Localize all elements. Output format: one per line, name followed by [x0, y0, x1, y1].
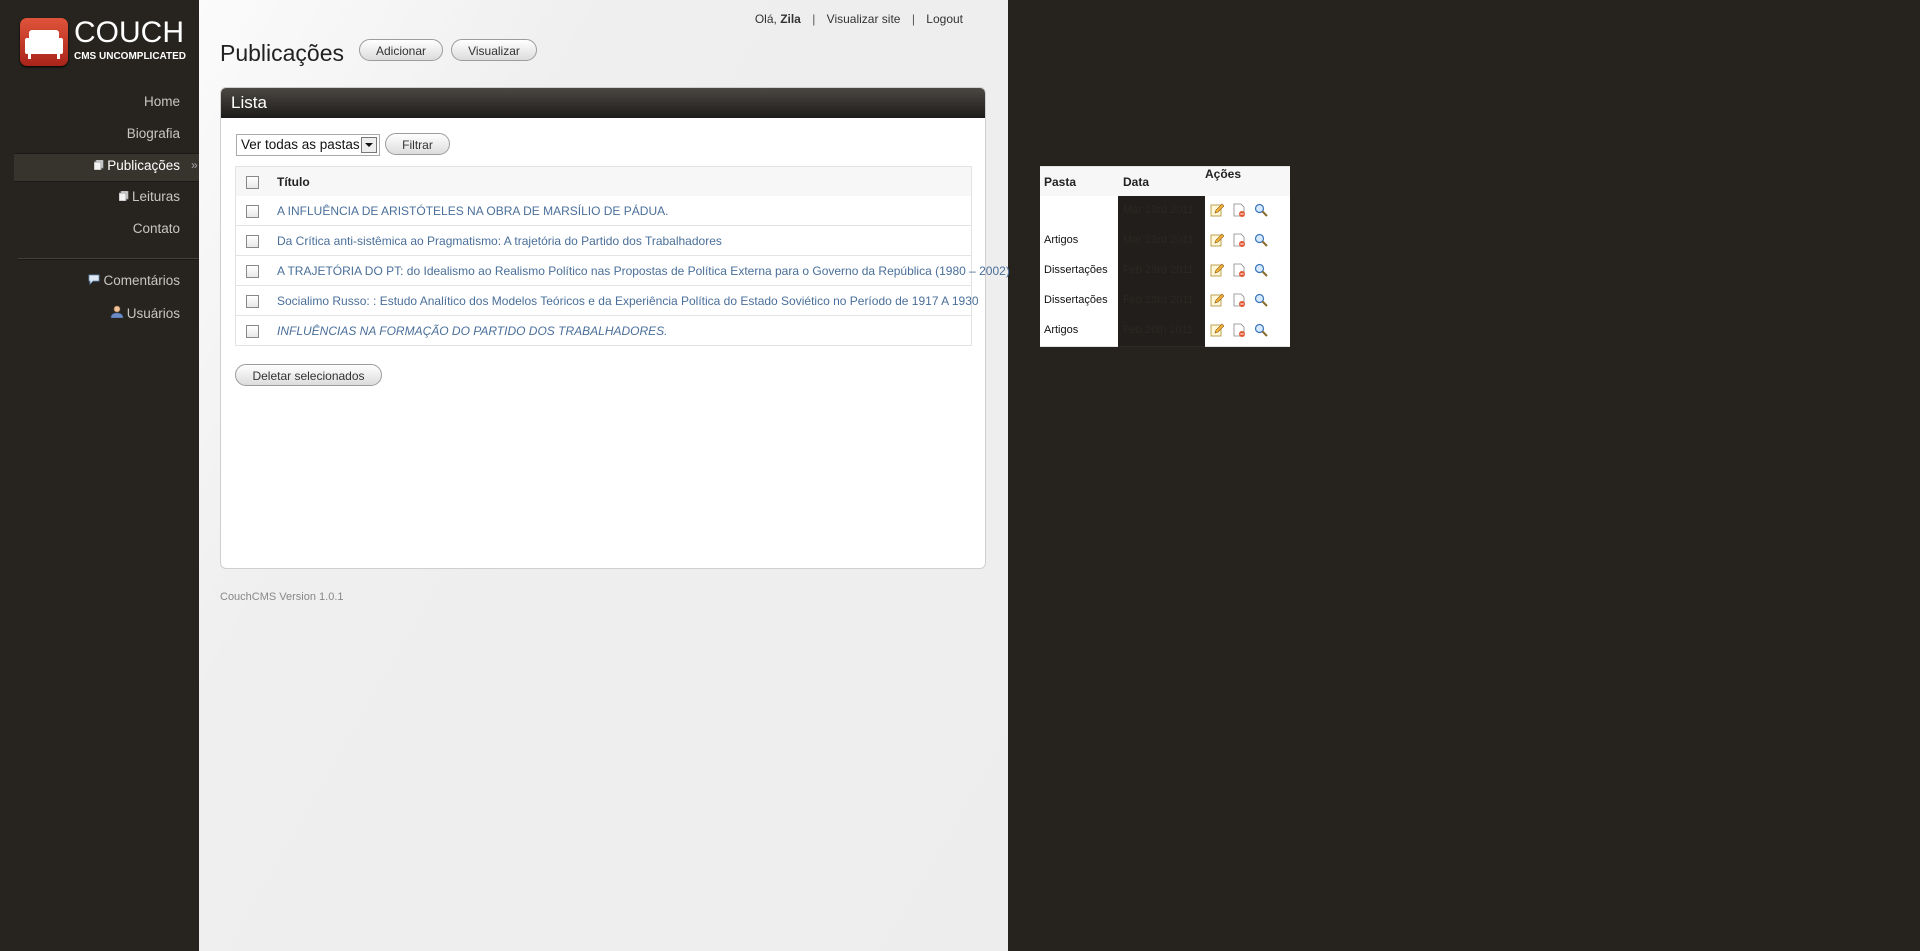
sidebar-item-contato[interactable]: Contato — [133, 219, 180, 239]
publication-folder: Artigos — [1044, 234, 1079, 246]
filter-button[interactable]: Filtrar — [385, 133, 450, 155]
column-header-date[interactable]: Data — [1123, 175, 1149, 189]
magnifier-icon[interactable] — [1254, 323, 1268, 337]
sidebar-item-label: Biografia — [126, 126, 180, 141]
column-header-actions: Ações — [1205, 167, 1242, 181]
brand-tagline: CMS UNCOMPLICATED — [74, 51, 187, 62]
table-row: A TRAJETÓRIA DO PT: do Idealismo ao Real… — [235, 256, 1290, 287]
delete-page-icon[interactable] — [1232, 323, 1246, 337]
pages-icon — [118, 187, 129, 207]
couch-logo-icon — [20, 18, 68, 66]
pencil-icon[interactable] — [1210, 323, 1224, 337]
publication-date: Mar 23rd 2011 — [1123, 204, 1194, 216]
folder-filter-select[interactable]: Ver todas as pastas — [236, 134, 380, 156]
sidebar-item-label: Home — [143, 94, 180, 109]
sidebar-item-home[interactable]: Home — [144, 92, 180, 112]
pages-icon — [93, 156, 104, 176]
sidebar-item-label: Leituras — [131, 189, 180, 204]
delete-selected-button[interactable]: Deletar selecionados — [235, 364, 382, 386]
row-checkbox[interactable] — [246, 205, 259, 218]
publication-folder: Dissertações — [1044, 264, 1108, 276]
sidebar-item-usuarios[interactable]: Usuários — [110, 304, 180, 324]
row-checkbox[interactable] — [246, 235, 259, 248]
delete-page-icon[interactable] — [1232, 203, 1246, 217]
pencil-icon[interactable] — [1210, 263, 1224, 277]
select-all-checkbox[interactable] — [246, 176, 259, 189]
row-checkbox[interactable] — [246, 325, 259, 338]
username: Zila — [780, 12, 801, 26]
list-panel-header: Lista — [221, 88, 985, 118]
sidebar-item-leituras[interactable]: Leituras — [118, 187, 180, 207]
table-row: A INFLUÊNCIA DE ARISTÓTELES NA OBRA DE M… — [235, 196, 1290, 227]
magnifier-icon[interactable] — [1254, 203, 1268, 217]
publication-folder: Dissertações — [1044, 294, 1108, 306]
sidebar-item-comentarios[interactable]: Comentários — [88, 271, 180, 291]
publication-date: Feb 20th 2011 — [1123, 324, 1194, 336]
add-button[interactable]: Adicionar — [359, 39, 443, 61]
list-panel-title: Lista — [231, 93, 267, 112]
sidebar-item-label: Contato — [132, 221, 180, 236]
table-row: INFLUÊNCIAS NA FORMAÇÃO DO PARTIDO DOS T… — [235, 316, 1290, 347]
sidebar-item-label: Usuários — [126, 306, 180, 321]
version-text: CouchCMS Version 1.0.1 — [220, 591, 344, 603]
sidebar-item-publicacoes[interactable]: Publicações — [93, 156, 180, 176]
column-header-title[interactable]: Título — [277, 175, 310, 189]
table-header-row: Título Pasta Data Ações — [235, 166, 1290, 198]
publication-title-link[interactable]: Socialimo Russo: : Estudo Analítico dos … — [277, 294, 979, 308]
main-content: Olá, Zila | Visualizar site | Logout Pub… — [199, 0, 1008, 951]
sidebar: COUCH CMS UNCOMPLICATED Home Biografia P… — [0, 0, 211, 951]
publication-date: Feb 23rd 2011 — [1123, 264, 1194, 276]
sidebar-divider — [18, 258, 199, 260]
row-checkbox[interactable] — [246, 295, 259, 308]
pencil-icon[interactable] — [1210, 203, 1224, 217]
column-header-folder[interactable]: Pasta — [1044, 175, 1076, 189]
page-title: Publicações — [220, 40, 345, 66]
delete-page-icon[interactable] — [1232, 263, 1246, 277]
magnifier-icon[interactable] — [1254, 293, 1268, 307]
table-row: Socialimo Russo: : Estudo Analítico dos … — [235, 286, 1290, 317]
delete-page-icon[interactable] — [1232, 233, 1246, 247]
sidebar-item-label: Comentários — [103, 273, 180, 288]
pencil-icon[interactable] — [1210, 293, 1224, 307]
user-icon — [110, 304, 124, 324]
publication-title-link[interactable]: INFLUÊNCIAS NA FORMAÇÃO DO PARTIDO DOS T… — [277, 324, 668, 338]
publication-date: Feb 23rd 2011 — [1123, 294, 1194, 306]
sidebar-item-label: Publicações — [107, 158, 180, 173]
view-button[interactable]: Visualizar — [451, 39, 537, 61]
user-toolbar: Olá, Zila | Visualizar site | Logout — [754, 12, 963, 26]
view-site-link[interactable]: Visualizar site — [827, 12, 901, 26]
publication-date: Mar 23rd 2011 — [1123, 234, 1194, 246]
brand-name: COUCH — [74, 16, 184, 49]
comment-icon — [88, 271, 100, 291]
magnifier-icon[interactable] — [1254, 263, 1268, 277]
table-row: Da Crítica anti-sistêmica ao Pragmatismo… — [235, 226, 1290, 257]
row-checkbox[interactable] — [246, 265, 259, 278]
publication-folder: Artigos — [1044, 324, 1079, 336]
delete-page-icon[interactable] — [1232, 293, 1246, 307]
couch-logo[interactable]: COUCH CMS UNCOMPLICATED — [20, 18, 186, 66]
chevron-down-icon[interactable] — [361, 137, 377, 153]
logout-link[interactable]: Logout — [926, 12, 963, 26]
folder-filter-value: Ver todas as pastas — [241, 137, 360, 152]
sidebar-item-biografia[interactable]: Biografia — [127, 124, 180, 144]
publication-title-link[interactable]: A TRAJETÓRIA DO PT: do Idealismo ao Real… — [277, 264, 1010, 278]
publication-title-link[interactable]: Da Crítica anti-sistêmica ao Pragmatismo… — [277, 234, 722, 248]
greeting-text: Olá, — [754, 12, 777, 26]
pencil-icon[interactable] — [1210, 233, 1224, 247]
chevron-right-icon: » — [191, 158, 198, 172]
magnifier-icon[interactable] — [1254, 233, 1268, 247]
publication-title-link[interactable]: A INFLUÊNCIA DE ARISTÓTELES NA OBRA DE M… — [277, 204, 668, 218]
